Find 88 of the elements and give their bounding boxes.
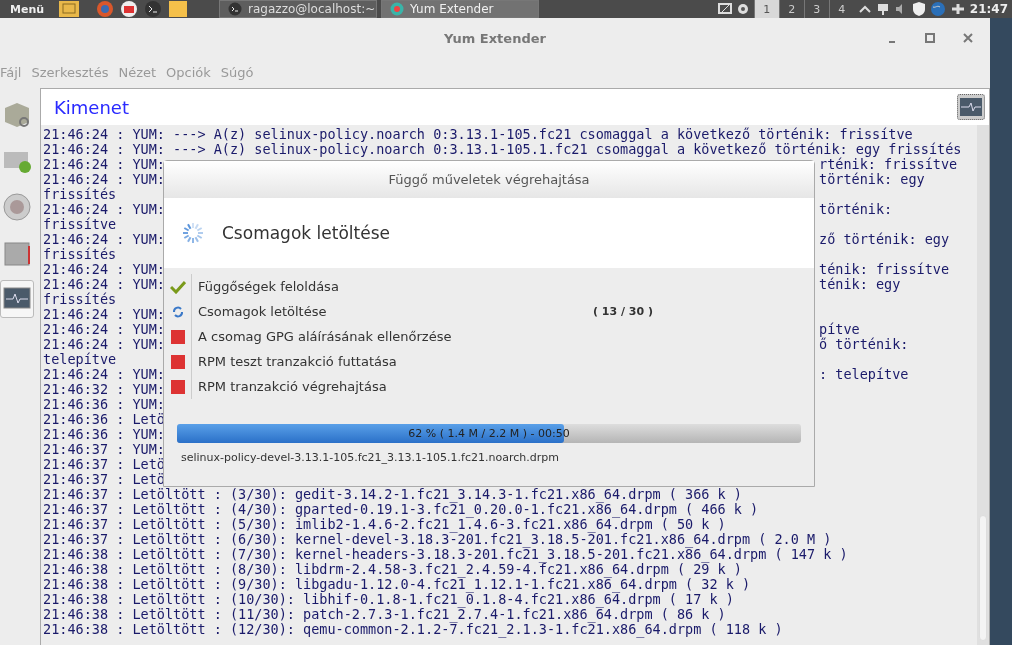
sidebar-button[interactable] xyxy=(0,280,34,318)
menu-item[interactable]: Szerkesztés xyxy=(31,64,109,80)
log-line: 21:46:37 : Letöltött : (4/30): gparted-0.19.1-3.fc21_0.20.0-1.fc21.x86_64.drpm ( 466 k ) xyxy=(43,502,759,517)
log-line: 21:46:38 : Letöltött : (8/30): libdrm-2.4.58-3.fc21_2.4.59-4.fc21.x86_64.drpm ( 29 k ) xyxy=(43,562,742,577)
log-line: 21:46:38 : Letöltött : (11/30): patch-2.7.3-1.fc21_2.7.4-1.fc21.x86_64.drpm ( 86 k ) xyxy=(43,607,726,622)
step-label: Csomagok letöltése xyxy=(198,304,328,319)
step-count: ( 13 / 30 ) xyxy=(593,305,653,318)
log-line: történik: xyxy=(819,202,894,217)
gear-icon[interactable] xyxy=(735,2,750,16)
step-label: A csomag GPG aláírásának ellenőrzése xyxy=(198,329,453,344)
log-line: 21:46:24 : YUM: xyxy=(43,322,165,337)
log-line: frissítés xyxy=(43,187,117,202)
log-line: 21:46:24 : YUM: xyxy=(43,262,165,277)
folder-icon[interactable] xyxy=(168,0,189,18)
menu-item[interactable]: Opciók xyxy=(166,64,211,80)
log-line: 21:46:32 : YUM: xyxy=(43,382,165,397)
square-icon xyxy=(170,354,185,369)
menu-button[interactable]: Menü xyxy=(10,2,45,16)
log-line: frissítve xyxy=(43,217,117,232)
log-line: 21:46:24 : YUM: xyxy=(43,172,165,187)
taskbar-item[interactable]: ragazzo@localhost:~ xyxy=(219,0,378,18)
log-line: 21:46:36 : YUM: xyxy=(43,427,165,442)
log-line: 21:46:37 : Letöltött : (6/30): kernel-devel-3.18.3-201.fc21_3.18.5-201.fc21.x86_64.drpm ( 2.0 M ) xyxy=(43,532,832,547)
log-line: : telepítve xyxy=(819,367,910,382)
log-line: 21:46:37 : Letö xyxy=(43,472,165,487)
log-line: ténik: frissítve xyxy=(819,262,951,277)
log-line: pítve xyxy=(819,322,860,337)
spinner-icon xyxy=(180,220,206,246)
step-label: Függőségek feloldása xyxy=(198,279,340,294)
log-line: frissítés xyxy=(43,292,117,307)
output-title: Kimenet xyxy=(54,96,129,118)
log-line: ző történik: egy xyxy=(819,232,951,247)
output-button[interactable] xyxy=(957,94,985,120)
display-icon[interactable] xyxy=(717,2,732,16)
scrollbar[interactable] xyxy=(977,125,989,645)
checkmark-icon xyxy=(169,279,186,294)
log-line: 21:46:24 : YUM: xyxy=(43,367,165,382)
globe-icon[interactable] xyxy=(929,1,946,17)
taskbar-item[interactable]: Yum Extender xyxy=(381,0,540,18)
step-label: RPM tranzakció végrehajtása xyxy=(198,379,388,394)
log-line: 21:46:24 : YUM: xyxy=(43,307,165,322)
step-label: RPM teszt tranzakció futtatása xyxy=(198,354,398,369)
mail-icon[interactable] xyxy=(120,0,139,18)
log-line: 21:46:24 : YUM: xyxy=(43,232,165,247)
log-line: 21:46:37 : Letöltött : (5/30): imlib2-1.4.6-2.fc21_1.4.6-3.fc21.x86_64.drpm ( 50 k ) xyxy=(43,517,726,532)
dialog-title: Függő műveletek végrehajtása xyxy=(388,172,590,187)
monitor-icon xyxy=(959,97,983,117)
log-line: telepítve xyxy=(43,352,117,367)
shield-icon[interactable] xyxy=(911,1,926,17)
log-line: 21:46:24 : YUM: xyxy=(43,277,165,292)
refresh-icon xyxy=(170,304,185,319)
file-name: selinux-policy-devel-3.13.1-105.fc21_3.13.1-105.1.fc21.noarch.drpm xyxy=(181,451,560,464)
log-line: frissítés xyxy=(43,247,117,262)
terminal-icon xyxy=(228,2,243,16)
menu-item[interactable]: Súgó xyxy=(220,64,254,80)
log-line: 21:46:24 : YUM: xyxy=(43,337,165,352)
log-line: 21:46:38 : Letöltött : (12/30): qemu-common-2.1.2-7.fc21_2.1.3-1.fc21.x86_64.drpm ( 118 k ) xyxy=(43,622,783,637)
log-line: 21:46:24 : YUM: ---> A(z) selinux-policy.noarch 0:3.13.1-105.1.fc21 csomaggal a következő történik: egy frissítés xyxy=(43,142,962,157)
package-icon xyxy=(2,100,32,130)
log-line: történik: egy xyxy=(819,172,926,187)
log-line: 21:46:24 : YUM: xyxy=(43,157,165,172)
log-line: 21:46:24 : YUM: xyxy=(43,202,165,217)
desktop-icon[interactable] xyxy=(58,0,81,18)
maximize-icon[interactable] xyxy=(924,32,936,44)
dialog-heading: Csomagok letöltése xyxy=(222,223,390,243)
log-line: 21:46:38 : Letöltött : (7/30): kernel-headers-3.18.3-201.fc21_3.18.5-201.fc21.x86_64.drpm ( 147 k ) xyxy=(43,547,848,562)
square-icon xyxy=(170,329,185,344)
square-icon xyxy=(170,379,185,394)
network-icon[interactable] xyxy=(875,2,890,16)
log-line: 21:46:24 : YUM: ---> A(z) selinux-policy.noarch 0:3.13.1-105.fc21 csomaggal a következő történik: frissítve xyxy=(43,127,913,142)
log-line: 21:46:37 : YUM: xyxy=(43,442,165,457)
app-icon xyxy=(390,2,405,16)
close-icon[interactable] xyxy=(962,32,974,44)
log-line: ő történik: xyxy=(819,337,910,352)
log-line: rténik: frissítve xyxy=(819,157,959,172)
disc-icon xyxy=(2,192,32,222)
workspace-button[interactable]: 1 xyxy=(753,0,779,18)
log-line: 21:46:37 : Letöltött : (3/30): gedit-3.14.2-1.fc21_3.14.3-1.fc21.x86_64.drpm ( 366 k ) xyxy=(43,487,742,502)
log-line: 21:46:38 : Letöltött : (9/30): libgadu-1.12.0-4.fc21_1.12.1-1.fc21.x86_64.drpm ( 32 k ) xyxy=(43,577,751,592)
log-line: 21:46:36 : Letö xyxy=(43,412,165,427)
log-line: 21:46:36 : YUM: xyxy=(43,397,165,412)
terminal-icon[interactable] xyxy=(144,0,163,18)
clock: 21:47 xyxy=(969,2,1008,16)
window-title: Yum Extender xyxy=(444,30,546,46)
log-line: 21:46:38 : Letöltött : (10/30): libhif-0.1.8-1.fc21_0.1.8-4.fc21.x86_64.drpm ( 17 k ) xyxy=(43,592,734,607)
browser-icon[interactable] xyxy=(96,0,115,18)
log-line: 21:46:37 : Letö xyxy=(43,457,165,472)
log-line: ténik: egy xyxy=(819,277,902,292)
